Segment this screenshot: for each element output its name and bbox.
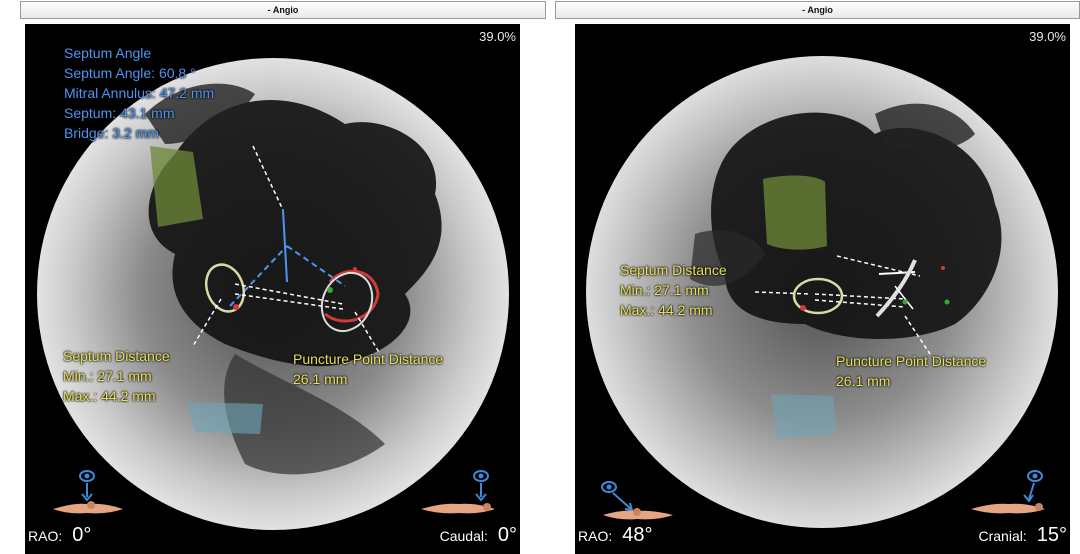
fluoro-viewport[interactable]: 39.0% Septum Angle Septum Angle: 60.8 ° …	[25, 24, 520, 554]
measurement-title: Septum Angle	[64, 45, 152, 61]
septum-angle-measurements[interactable]: Septum Angle Septum Angle: 60.8 ° Mitral…	[64, 43, 214, 143]
rao-angle: RAO: 48°	[578, 524, 652, 547]
view-title: - Angio	[802, 5, 833, 15]
septum-distance-max: Max.: 44.2 mm	[620, 302, 713, 318]
fluoro-viewport[interactable]: 39.0% Septum Distance Min.: 27.1 mm Max.…	[575, 24, 1070, 554]
view-title-bar[interactable]: - Angio	[20, 1, 546, 19]
patient-orientation-icon	[971, 470, 1045, 514]
septum-distance-measurement[interactable]: Septum Distance Min.: 27.1 mm Max.: 44.2…	[63, 346, 170, 406]
rao-value: 48°	[622, 524, 653, 546]
septum-distance-measurement[interactable]: Septum Distance Min.: 27.1 mm Max.: 44.2…	[620, 260, 727, 320]
puncture-point-measurement[interactable]: Puncture Point Distance 26.1 mm	[293, 349, 443, 389]
view-title: - Angio	[267, 5, 299, 15]
cranial-label: Cranial:	[978, 528, 1027, 544]
rao-angle: RAO: 0°	[28, 524, 91, 547]
aortic-overlay	[187, 402, 263, 434]
cranial-angle: Cranial: 15°	[979, 524, 1068, 547]
measurement-septum: Septum: 43.1 mm	[64, 105, 175, 121]
caudal-value: 0°	[497, 524, 517, 546]
patient-orientation-icon	[53, 470, 123, 514]
septum-distance-min: Min.: 27.1 mm	[63, 368, 152, 384]
patient-orientation-icon	[601, 481, 673, 520]
cranial-value: 15°	[1036, 524, 1067, 546]
puncture-point-value: 26.1 mm	[293, 371, 348, 387]
rao-label: RAO:	[578, 528, 613, 544]
septum-distance-max: Max.: 44.2 mm	[63, 388, 156, 404]
septum-distance-title: Septum Distance	[620, 262, 727, 278]
angio-view-left: - Angio 39.0% Septum Angle Septum Angle:…	[20, 0, 546, 554]
zoom-level: 39.0%	[479, 29, 516, 44]
patient-orientation-icon	[421, 470, 495, 514]
measurement-bridge: Bridge: 3.2 mm	[64, 125, 159, 141]
septum-distance-min: Min.: 27.1 mm	[620, 282, 709, 298]
rao-value: 0°	[72, 524, 92, 546]
puncture-point-title: Puncture Point Distance	[836, 353, 987, 369]
view-title-bar[interactable]: - Angio	[555, 1, 1080, 19]
aortic-overlay	[771, 394, 837, 439]
puncture-point-measurement[interactable]: Puncture Point Distance 26.1 mm	[836, 351, 986, 391]
left-atrium-overlay	[763, 175, 827, 250]
caudal-label: Caudal:	[439, 528, 488, 544]
measurement-septum-angle: Septum Angle: 60.8 °	[64, 65, 196, 81]
puncture-point-title: Puncture Point Distance	[293, 351, 444, 367]
rao-label: RAO:	[28, 528, 63, 544]
zoom-level: 39.0%	[1029, 29, 1066, 44]
measurement-mitral-annulus: Mitral Annulus: 47.2 mm	[64, 85, 215, 101]
angio-view-right: - Angio 39.0% Septum Distance Min.: 27.1…	[555, 0, 1080, 554]
septum-distance-title: Septum Distance	[63, 348, 170, 364]
caudal-angle: Caudal: 0°	[440, 524, 517, 547]
puncture-point-value: 26.1 mm	[836, 373, 891, 389]
